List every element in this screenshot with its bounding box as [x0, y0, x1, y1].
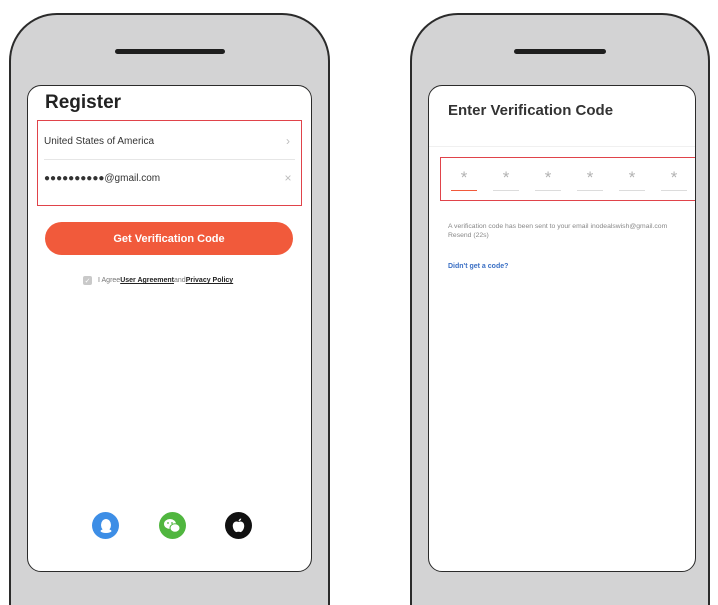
verification-screen: Enter Verification Code * * * * * * A ve… [428, 85, 696, 572]
social-login-row [92, 512, 252, 539]
apple-icon [232, 518, 245, 533]
apple-login-button[interactable] [225, 512, 252, 539]
code-digit-3[interactable]: * [535, 166, 561, 191]
page-title: Enter Verification Code [448, 102, 614, 119]
wechat-login-button[interactable] [158, 512, 186, 539]
phone-frame-register: Register United States of America › ●●●●… [9, 13, 330, 605]
page-title: Register [45, 92, 122, 113]
code-sent-message: A verification code has been sent to you… [448, 223, 668, 239]
email-field[interactable]: ●●●●●●●●●●@gmail.com × [44, 160, 295, 196]
didnt-get-code-link[interactable]: Didn't get a code? [448, 263, 508, 270]
qq-icon [100, 518, 111, 533]
privacy-policy-link[interactable]: Privacy Policy [186, 277, 233, 284]
agree-prefix: I Agree [98, 277, 121, 284]
country-value: United States of America [44, 135, 155, 147]
email-value: ●●●●●●●●●●@gmail.com [44, 172, 161, 184]
register-screen: Register United States of America › ●●●●… [27, 85, 312, 572]
chevron-right-icon: › [286, 134, 290, 148]
country-selector[interactable]: United States of America › [44, 123, 295, 160]
code-digit-2[interactable]: * [493, 166, 519, 191]
code-digit-1[interactable]: * [451, 166, 477, 191]
get-verification-code-button[interactable]: Get Verification Code [45, 222, 293, 255]
code-digit-5[interactable]: * [619, 166, 645, 191]
agree-and: and [174, 277, 186, 284]
phone-frame-verification: Enter Verification Code * * * * * * A ve… [410, 13, 710, 605]
user-agreement-link[interactable]: User Agreement [120, 277, 174, 284]
phone-speaker [514, 49, 606, 54]
divider [429, 146, 695, 147]
agree-checkbox[interactable]: ✓ [83, 276, 92, 285]
clear-icon[interactable]: × [281, 171, 295, 185]
code-digit-6[interactable]: * [661, 166, 687, 191]
highlight-box-code-input: * * * * * * [440, 157, 695, 201]
highlight-box-register-fields: United States of America › ●●●●●●●●●●@gm… [37, 120, 302, 206]
phone-speaker [115, 49, 225, 54]
code-digit-4[interactable]: * [577, 166, 603, 191]
agreement-row: ✓ I Agree User Agreement and Privacy Pol… [83, 276, 233, 285]
verification-code-input[interactable]: * * * * * * [451, 166, 687, 192]
qq-login-button[interactable] [92, 512, 119, 539]
wechat-icon [164, 518, 181, 533]
